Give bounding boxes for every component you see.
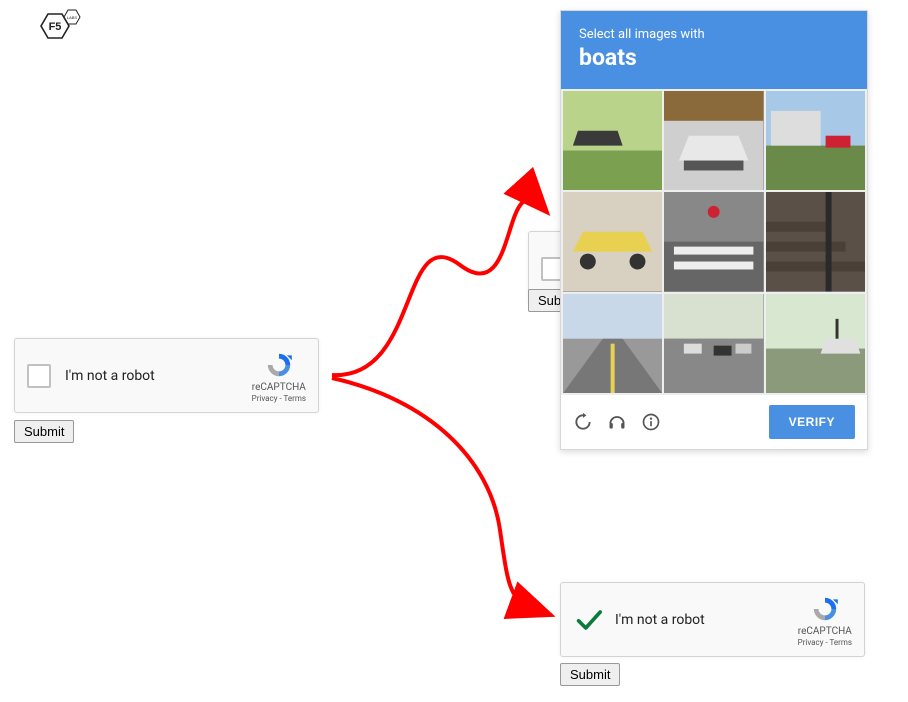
recaptcha-privacy-terms-verified[interactable]: Privacy - Terms [798,638,852,647]
arrow-to-challenge [332,200,545,375]
f5-labs-logo: F5 LABS [28,8,88,58]
info-icon[interactable] [641,412,661,432]
challenge-prompt: Select all images with [579,27,849,42]
recaptcha-brand-text-verified: reCAPTCHA [798,626,852,637]
recaptcha-branding-verified: reCAPTCHA Privacy - Terms [798,593,852,647]
challenge-footer: VERIFY [561,395,867,449]
submit-button-initial[interactable]: Submit [14,420,74,443]
challenge-tile-3[interactable] [563,192,662,291]
recaptcha-widget-verified: I'm not a robot reCAPTCHA Privacy - Term… [560,582,865,657]
challenge-tile-4[interactable] [664,192,763,291]
challenge-tile-7[interactable] [664,294,763,393]
svg-text:F5: F5 [49,21,62,33]
recaptcha-branding: reCAPTCHA Privacy - Terms [252,349,306,403]
verify-button[interactable]: VERIFY [769,405,855,439]
reload-icon[interactable] [573,412,593,432]
recaptcha-logo-icon [263,349,295,381]
submit-button-verified[interactable]: Submit [560,663,620,686]
challenge-grid [561,89,867,395]
recaptcha-image-challenge: Select all images with boats [560,10,868,450]
challenge-tile-0[interactable] [563,91,662,190]
recaptcha-logo-icon [809,593,841,625]
recaptcha-checkbox[interactable] [27,364,51,388]
arrow-to-verified [332,378,548,614]
recaptcha-label: I'm not a robot [65,368,252,384]
recaptcha-widget-initial: I'm not a robot reCAPTCHA Privacy - Term… [14,338,319,413]
audio-icon[interactable] [607,412,627,432]
recaptcha-brand-text: reCAPTCHA [252,382,306,393]
recaptcha-privacy-terms[interactable]: Privacy - Terms [252,394,306,403]
checkmark-icon [573,604,605,636]
recaptcha-label-verified: I'm not a robot [615,612,798,628]
challenge-tile-2[interactable] [766,91,865,190]
challenge-header: Select all images with boats [561,11,867,89]
challenge-tile-1[interactable] [664,91,763,190]
challenge-target: boats [579,44,849,71]
svg-text:LABS: LABS [67,15,78,20]
challenge-tile-8[interactable] [766,294,865,393]
challenge-tile-5[interactable] [766,192,865,291]
challenge-tile-6[interactable] [563,294,662,393]
